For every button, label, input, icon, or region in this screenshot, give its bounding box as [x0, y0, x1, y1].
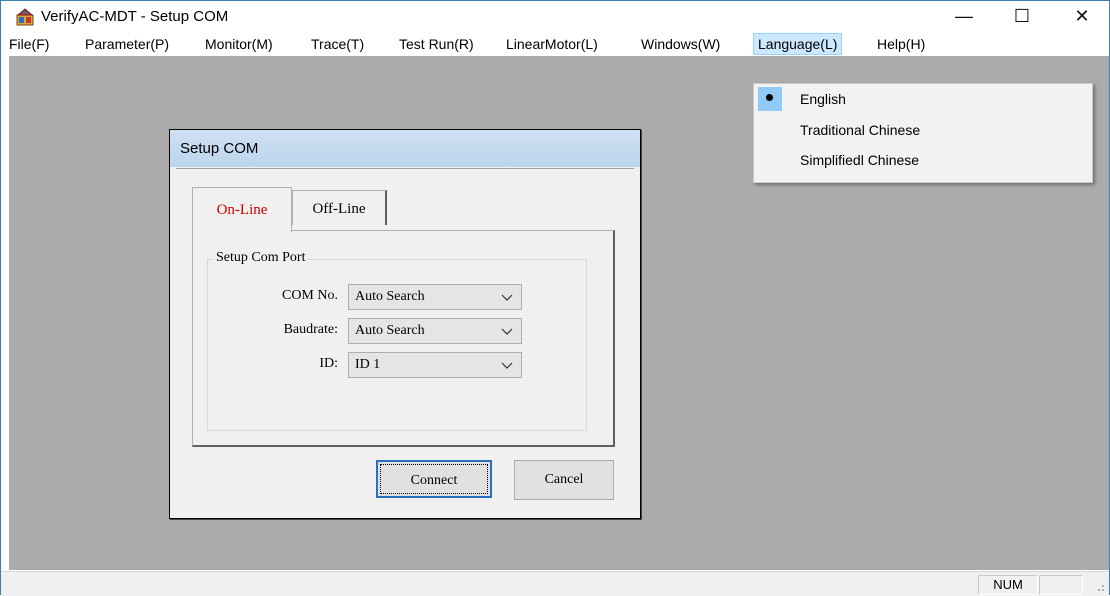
chevron-down-icon	[501, 294, 513, 301]
id-label: ID:	[319, 356, 338, 371]
window-title: VerifyAC-MDT - Setup COM	[41, 8, 229, 25]
id-select[interactable]: ID 1	[348, 352, 522, 378]
minimize-button[interactable]: —	[941, 1, 987, 32]
menu-parameter[interactable]: Parameter(P)	[81, 34, 173, 54]
dialog-title: Setup COM	[180, 140, 259, 157]
radio-bullet-icon	[766, 94, 773, 101]
focus-rectangle	[380, 464, 488, 494]
title-bar[interactable]: VerifyAC-MDT - Setup COM — ☐ ✕	[1, 1, 1109, 32]
main-window: VerifyAC-MDT - Setup COM — ☐ ✕ File(F) P…	[0, 0, 1110, 596]
status-pane-empty	[1039, 575, 1083, 595]
menu-item-simplified-chinese[interactable]: Simplifiedl Chinese	[756, 147, 1090, 173]
minimize-icon: —	[955, 6, 973, 26]
cancel-label: Cancel	[544, 472, 584, 487]
chevron-down-icon	[501, 328, 513, 335]
menu-help[interactable]: Help(H)	[873, 34, 929, 54]
menu-item-traditional-chinese[interactable]: Traditional Chinese	[756, 117, 1090, 143]
baudrate-value: Auto Search	[355, 323, 425, 338]
status-num: NUM	[978, 575, 1038, 595]
cancel-button[interactable]: Cancel	[514, 460, 614, 500]
tab-on-line[interactable]: On-Line	[192, 187, 292, 232]
menu-item-english[interactable]: English	[756, 86, 1090, 112]
com-no-select[interactable]: Auto Search	[348, 284, 522, 310]
group-label: Setup Com Port	[214, 250, 308, 266]
menu-bar: File(F) Parameter(P) Monitor(M) Trace(T)…	[1, 32, 1109, 56]
menu-test-run[interactable]: Test Run(R)	[395, 34, 478, 54]
menu-monitor[interactable]: Monitor(M)	[201, 34, 277, 54]
dialog-title-bar[interactable]: Setup COM	[170, 130, 640, 167]
status-bar: NUM	[1, 571, 1109, 596]
maximize-icon: ☐	[1013, 6, 1031, 26]
connect-button[interactable]: Connect	[376, 460, 492, 498]
setup-com-port-group: Setup Com Port COM No. Auto Search Baudr…	[207, 250, 587, 431]
menu-file[interactable]: File(F)	[5, 34, 53, 54]
app-icon	[16, 8, 34, 26]
menu-item-label: Traditional Chinese	[800, 122, 921, 138]
menu-language[interactable]: Language(L)	[753, 33, 843, 55]
language-dropdown-menu: English Traditional Chinese Simplifiedl …	[753, 83, 1093, 183]
setup-com-dialog: Setup COM On-Line Off-Line Setup Com Por…	[169, 129, 641, 519]
menu-linear-motor[interactable]: LinearMotor(L)	[502, 34, 602, 54]
menu-windows[interactable]: Windows(W)	[637, 34, 724, 54]
baudrate-label: Baudrate:	[283, 322, 338, 337]
com-no-label: COM No.	[281, 288, 338, 303]
com-no-value: Auto Search	[355, 289, 425, 304]
id-value: ID 1	[355, 357, 381, 372]
menu-trace[interactable]: Trace(T)	[307, 34, 368, 54]
close-button[interactable]: ✕	[1059, 1, 1105, 32]
tab-off-line[interactable]: Off-Line	[292, 190, 387, 225]
menu-item-label: English	[800, 91, 846, 107]
menu-item-label: Simplifiedl Chinese	[800, 152, 920, 168]
tab-panel-on-line: Setup Com Port COM No. Auto Search Baudr…	[192, 230, 615, 447]
baudrate-select[interactable]: Auto Search	[348, 318, 522, 344]
close-icon: ✕	[1074, 6, 1090, 26]
resize-grip-icon[interactable]	[1093, 580, 1105, 592]
chevron-down-icon	[501, 362, 513, 369]
maximize-button[interactable]: ☐	[999, 1, 1045, 32]
